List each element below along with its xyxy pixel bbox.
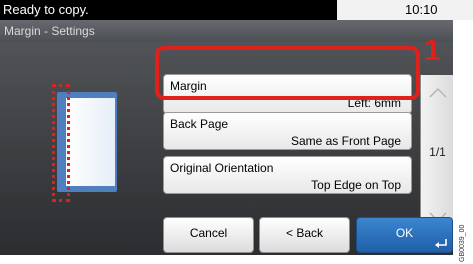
- scroll-up-button[interactable]: [421, 75, 454, 111]
- screen-title: Margin - Settings: [0, 20, 453, 42]
- ok-button[interactable]: OK: [356, 217, 453, 253]
- page-indicator: 1/1: [429, 145, 446, 159]
- option-value: Same as Front Page: [290, 134, 401, 148]
- back-button[interactable]: < Back: [259, 217, 350, 253]
- highlight-frame: [155, 46, 420, 100]
- option-label: Original Orientation: [170, 161, 274, 175]
- figure-code: GB0039_00: [459, 224, 466, 262]
- option-value: Top Edge on Top: [311, 178, 401, 192]
- margin-preview: [52, 84, 122, 204]
- scrollbar[interactable]: 1/1: [420, 75, 453, 235]
- ok-label: OK: [395, 226, 414, 240]
- page-sheet: [66, 98, 115, 186]
- cancel-button[interactable]: Cancel: [163, 217, 254, 253]
- option-label: Back Page: [170, 117, 229, 131]
- status-bar: Ready to copy. 10:10: [0, 0, 473, 20]
- back-page-option-button[interactable]: Back Page Same as Front Page: [163, 112, 412, 150]
- enter-icon: [435, 239, 447, 248]
- margin-indicator: [52, 84, 70, 202]
- chevron-up-icon: [428, 88, 447, 98]
- original-orientation-option-button[interactable]: Original Orientation Top Edge on Top: [163, 156, 412, 194]
- status-message: Ready to copy.: [0, 0, 337, 20]
- status-time: 10:10: [405, 2, 438, 17]
- callout-number: 1: [424, 34, 441, 67]
